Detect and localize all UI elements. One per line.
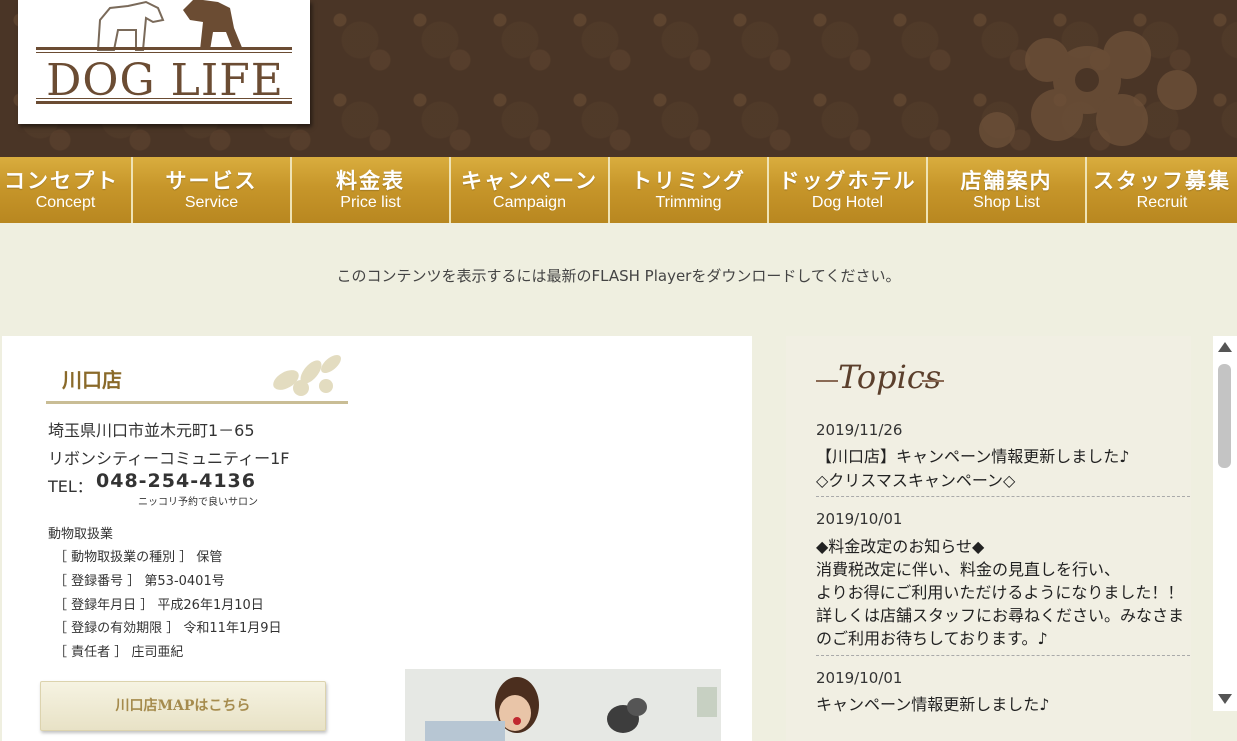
address-line-2: リボンシティーコミュニティー1F — [48, 449, 290, 468]
nav-label-jp: ドッグホテル — [778, 168, 917, 193]
nav-label-en: Dog Hotel — [811, 194, 884, 211]
shop-title: 川口店 — [62, 368, 122, 392]
nav-item-price-list[interactable]: 料金表 Price list — [292, 157, 451, 223]
map-button[interactable]: 川口店MAPはこちら — [40, 681, 326, 731]
nav-label-en: Recruit — [1136, 194, 1188, 211]
topics-scrollbar[interactable] — [1213, 336, 1237, 711]
topic-line[interactable]: キャンペーン情報更新しました♪ — [816, 691, 1049, 715]
nav-item-recruit[interactable]: スタッフ募集 Recruit — [1087, 157, 1237, 223]
nav-item-trimming[interactable]: トリミング Trimming — [610, 157, 769, 223]
nav-label-jp: トリミング — [631, 168, 746, 193]
nav-label-en: Service — [184, 194, 239, 211]
topic-date: 2019/10/01 — [816, 510, 903, 528]
topic-line: 消費税改定に伴い、料金の見直しを行い、 — [816, 560, 1121, 579]
nav-label-jp: 料金表 — [336, 168, 405, 193]
header: DOG LIFE — [0, 0, 1237, 157]
nav-item-dog-hotel[interactable]: ドッグホテル Dog Hotel — [769, 157, 928, 223]
registration-item: ［ 登録の有効期限 ］ 令和11年1月9日 — [54, 621, 282, 636]
shop-info-panel: 川口店 埼玉県川口市並木元町1－65 リボンシティーコミュニティー1F TEL：… — [2, 336, 752, 741]
nav-item-concept[interactable]: コンセプト Concept — [0, 157, 133, 223]
tel-mnemonic: ニッコリ予約で良いサロン — [138, 497, 258, 508]
topic-line: ◇クリスマスキャンペーン◇ — [816, 471, 1016, 490]
topic-date: 2019/10/01 — [816, 669, 903, 687]
nav-item-campaign[interactable]: キャンペーン Campaign — [451, 157, 610, 223]
nav-item-shop-list[interactable]: 店舗案内 Shop List — [928, 157, 1087, 223]
nav-label-en: Campaign — [493, 194, 566, 211]
nav-label-en: Price list — [340, 194, 401, 211]
registration-heading: 動物取扱業 — [48, 527, 114, 542]
scroll-down-arrow-icon[interactable] — [1218, 694, 1232, 704]
logo[interactable]: DOG LIFE — [18, 0, 310, 124]
nav-label-en: Concept — [35, 194, 96, 211]
address-line-1: 埼玉県川口市並木元町1－65 — [48, 421, 255, 440]
damask-flower-ornament — [979, 31, 1197, 148]
shop-photo — [405, 669, 721, 741]
main-nav: コンセプト Concept サービス Service 料金表 Price lis… — [0, 157, 1237, 223]
topic-line: 詳しくは店舗スタッフにお尋ねください。みなさま — [816, 606, 1185, 625]
scroll-up-arrow-icon[interactable] — [1218, 342, 1232, 352]
topic-line: のご利用お待ちしております。♪ — [816, 629, 1048, 648]
title-underline — [46, 401, 348, 404]
tel-label: TEL： — [48, 477, 93, 496]
topic-separator — [816, 655, 1190, 656]
registration-item: ［ 登録年月日 ］ 平成26年1月10日 — [54, 598, 264, 613]
nav-label-en: Shop List — [973, 194, 1040, 211]
topic-date: 2019/11/26 — [816, 421, 903, 439]
nav-item-service[interactable]: サービス Service — [133, 157, 292, 223]
shop-title-banner: 川口店 — [46, 350, 348, 404]
scroll-thumb[interactable] — [1218, 364, 1231, 468]
topic-line[interactable]: 【川口店】キャンペーン情報更新しました♪ — [816, 443, 1129, 467]
tel-number[interactable]: 048-254-4136 — [96, 470, 256, 492]
nav-label-jp: サービス — [165, 168, 258, 193]
nav-label-jp: 店舗案内 — [960, 168, 1053, 193]
topic-separator — [816, 496, 1190, 497]
flash-player-message: このコンテンツを表示するには最新のFLASH Playerをダウンロードしてくだ… — [336, 267, 901, 285]
registration-item: ［ 登録番号 ］ 第53-0401号 — [54, 574, 225, 589]
logo-text: DOG LIFE — [46, 55, 284, 106]
nav-label-en: Trimming — [655, 194, 722, 211]
nav-label-jp: スタッフ募集 — [1093, 168, 1231, 193]
topics-panel: Topics 2019/11/26 【川口店】キャンペーン情報更新しました♪ ◇… — [786, 336, 1191, 741]
nav-label-jp: キャンペーン — [461, 168, 598, 193]
woman-with-dog-photo — [405, 669, 721, 741]
registration-item: ［ 責任者 ］ 庄司亜紀 — [54, 645, 184, 660]
title-flourish-right — [922, 380, 944, 382]
topic-line: よりお得にご利用いただけるようになりました！！ — [816, 583, 1184, 602]
nav-label-jp: コンセプト — [4, 168, 119, 193]
topics-title: Topics — [838, 358, 942, 396]
title-flourish-left — [816, 380, 838, 382]
registration-item: ［ 動物取扱業の種別 ］ 保管 — [54, 550, 223, 565]
leaf-ornament-icon — [273, 355, 341, 396]
topic-line[interactable]: ◆料金改定のお知らせ◆ — [816, 533, 984, 557]
